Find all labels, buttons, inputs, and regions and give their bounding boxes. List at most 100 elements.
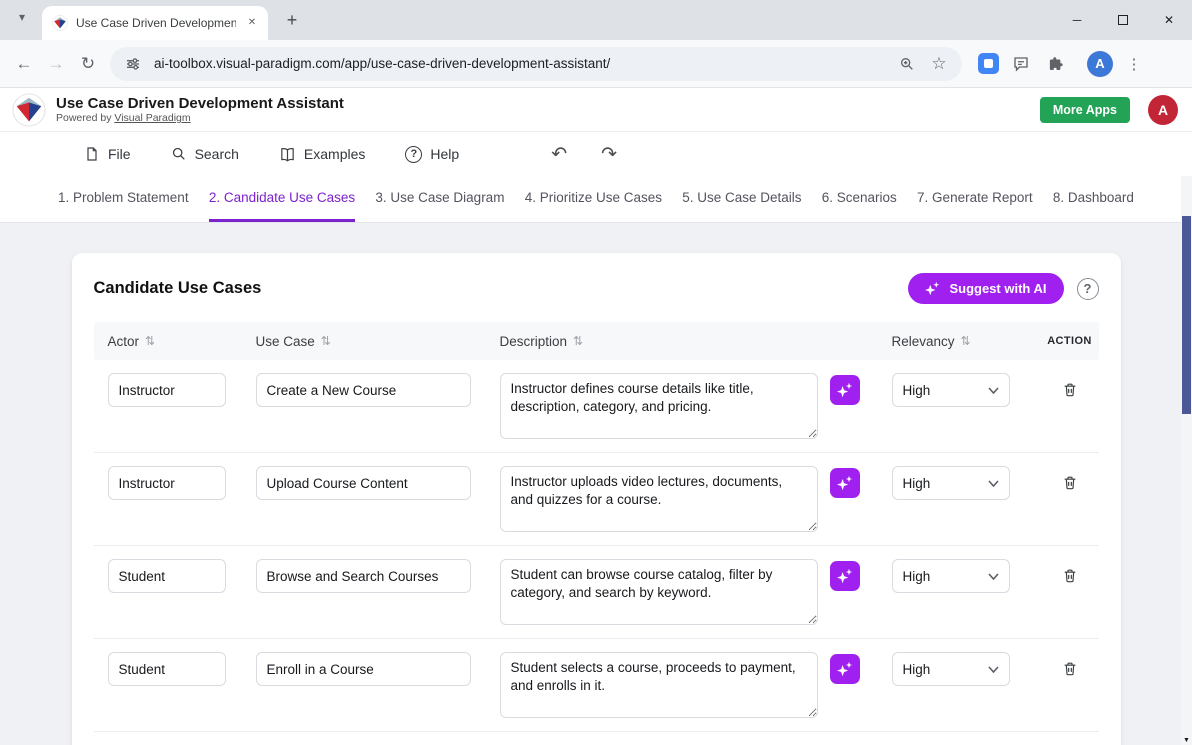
step-label: 7. Generate Report bbox=[917, 190, 1033, 205]
delete-row-button[interactable] bbox=[1062, 474, 1078, 494]
tab-close-icon[interactable]: ✕ bbox=[244, 15, 260, 31]
url-text[interactable]: ai-toolbox.visual-paradigm.com/app/use-c… bbox=[154, 56, 886, 71]
window-minimize-button[interactable]: ─ bbox=[1054, 0, 1100, 40]
sort-icon[interactable]: ⇅ bbox=[321, 334, 331, 348]
use-case-input[interactable] bbox=[256, 466, 471, 500]
step-tab[interactable]: 4. Prioritize Use Cases bbox=[525, 176, 662, 222]
table-row: High bbox=[94, 453, 1099, 546]
step-tab[interactable]: 6. Scenarios bbox=[822, 176, 897, 222]
step-tab[interactable]: 2. Candidate Use Cases bbox=[209, 176, 355, 222]
header-description-label: Description bbox=[500, 334, 568, 349]
window-close-button[interactable]: ✕ bbox=[1146, 0, 1192, 40]
step-tab[interactable]: 3. Use Case Diagram bbox=[375, 176, 504, 222]
step-tab[interactable]: 8. Dashboard bbox=[1053, 176, 1134, 222]
browser-tab[interactable]: Use Case Driven Development ✕ bbox=[42, 6, 268, 40]
browser-profile-avatar[interactable]: A bbox=[1087, 51, 1113, 77]
use-case-input[interactable] bbox=[256, 652, 471, 686]
card-help-icon[interactable]: ? bbox=[1077, 278, 1099, 300]
help-menu[interactable]: ? Help bbox=[405, 146, 459, 163]
description-textarea[interactable] bbox=[500, 373, 818, 439]
action-cell bbox=[1041, 559, 1099, 587]
address-bar[interactable]: ai-toolbox.visual-paradigm.com/app/use-c… bbox=[110, 47, 962, 81]
description-textarea[interactable] bbox=[500, 652, 818, 718]
actor-input[interactable] bbox=[108, 466, 226, 500]
candidate-use-cases-card: Candidate Use Cases Suggest with AI ? Ac… bbox=[72, 253, 1121, 745]
sparkle-cell bbox=[830, 466, 892, 498]
sort-icon[interactable]: ⇅ bbox=[573, 334, 583, 348]
tab-search-chevron-icon[interactable]: ▾ bbox=[12, 10, 32, 24]
sparkle-cell bbox=[830, 652, 892, 684]
help-icon: ? bbox=[405, 146, 422, 163]
step-tab[interactable]: 1. Problem Statement bbox=[58, 176, 189, 222]
table-row: High bbox=[94, 546, 1099, 639]
actor-cell bbox=[94, 652, 256, 686]
ai-sparkle-button[interactable] bbox=[830, 375, 860, 405]
actor-input[interactable] bbox=[108, 652, 226, 686]
forward-button[interactable]: → bbox=[40, 48, 72, 80]
header-use-case[interactable]: Use Case ⇅ bbox=[256, 334, 500, 349]
file-menu[interactable]: File bbox=[84, 146, 131, 162]
redo-button[interactable]: ↷ bbox=[601, 143, 617, 166]
page-scrollbar[interactable]: ▼ bbox=[1181, 176, 1192, 745]
relevancy-select[interactable]: High bbox=[892, 373, 1010, 407]
ai-sparkle-button[interactable] bbox=[830, 654, 860, 684]
extensions-puzzle-icon[interactable] bbox=[1043, 50, 1071, 78]
search-icon bbox=[171, 146, 187, 162]
relevancy-select[interactable]: High bbox=[892, 652, 1010, 686]
step-tab[interactable]: 7. Generate Report bbox=[917, 176, 1033, 222]
more-apps-button[interactable]: More Apps bbox=[1040, 97, 1130, 123]
ai-sparkle-button[interactable] bbox=[830, 468, 860, 498]
delete-row-button[interactable] bbox=[1062, 660, 1078, 680]
use-case-input[interactable] bbox=[256, 559, 471, 593]
description-textarea[interactable] bbox=[500, 466, 818, 532]
step-tab[interactable]: 5. Use Case Details bbox=[682, 176, 801, 222]
scroll-down-arrow-icon[interactable]: ▼ bbox=[1181, 737, 1192, 744]
use-case-input[interactable] bbox=[256, 373, 471, 407]
relevancy-select[interactable]: High bbox=[892, 559, 1010, 593]
header-actor[interactable]: Actor ⇅ bbox=[94, 334, 256, 349]
site-settings-icon[interactable] bbox=[122, 53, 144, 75]
new-tab-button[interactable]: + bbox=[278, 7, 306, 35]
scrollbar-thumb[interactable] bbox=[1182, 216, 1191, 414]
extension-icon-blue[interactable] bbox=[978, 53, 999, 74]
step-label: 5. Use Case Details bbox=[682, 190, 801, 205]
maximize-icon bbox=[1118, 15, 1128, 25]
ai-sparkle-icon bbox=[925, 281, 940, 296]
delete-row-button[interactable] bbox=[1062, 567, 1078, 587]
examples-menu[interactable]: Examples bbox=[279, 146, 365, 163]
delete-row-button[interactable] bbox=[1062, 381, 1078, 401]
actor-input[interactable] bbox=[108, 373, 226, 407]
use-case-cell bbox=[256, 466, 500, 500]
sort-icon[interactable]: ⇅ bbox=[961, 334, 971, 348]
relevancy-value: High bbox=[903, 569, 931, 584]
header-relevancy[interactable]: Relevancy ⇅ bbox=[892, 334, 1041, 349]
zoom-icon[interactable] bbox=[896, 53, 918, 75]
bookmark-star-icon[interactable]: ☆ bbox=[928, 53, 950, 75]
site-favicon bbox=[52, 15, 68, 31]
search-menu[interactable]: Search bbox=[171, 146, 239, 162]
table-row: High bbox=[94, 360, 1099, 453]
relevancy-select[interactable]: High bbox=[892, 466, 1010, 500]
relevancy-value: High bbox=[903, 662, 931, 677]
user-avatar[interactable]: A bbox=[1148, 95, 1178, 125]
header-description[interactable]: Description ⇅ bbox=[500, 334, 830, 349]
step-label: 3. Use Case Diagram bbox=[375, 190, 504, 205]
actor-input[interactable] bbox=[108, 559, 226, 593]
reload-button[interactable]: ↻ bbox=[72, 48, 104, 80]
browser-tab-strip: ▾ Use Case Driven Development ✕ + ─ ✕ bbox=[0, 0, 1192, 40]
browser-menu-kebab-icon[interactable]: ⋮ bbox=[1121, 55, 1147, 73]
sparkle-cell bbox=[830, 373, 892, 405]
navbar-right-icons: A ⋮ bbox=[978, 50, 1147, 78]
undo-button[interactable]: ↶ bbox=[551, 143, 567, 166]
window-maximize-button[interactable] bbox=[1100, 0, 1146, 40]
file-icon bbox=[84, 146, 100, 162]
card-header: Candidate Use Cases Suggest with AI ? bbox=[94, 273, 1099, 304]
visual-paradigm-link[interactable]: Visual Paradigm bbox=[114, 112, 190, 124]
chat-icon[interactable] bbox=[1007, 50, 1035, 78]
sort-icon[interactable]: ⇅ bbox=[145, 334, 155, 348]
ai-sparkle-button[interactable] bbox=[830, 561, 860, 591]
suggest-with-ai-button[interactable]: Suggest with AI bbox=[908, 273, 1063, 304]
trash-icon bbox=[1062, 567, 1078, 584]
back-button[interactable]: ← bbox=[8, 48, 40, 80]
description-textarea[interactable] bbox=[500, 559, 818, 625]
